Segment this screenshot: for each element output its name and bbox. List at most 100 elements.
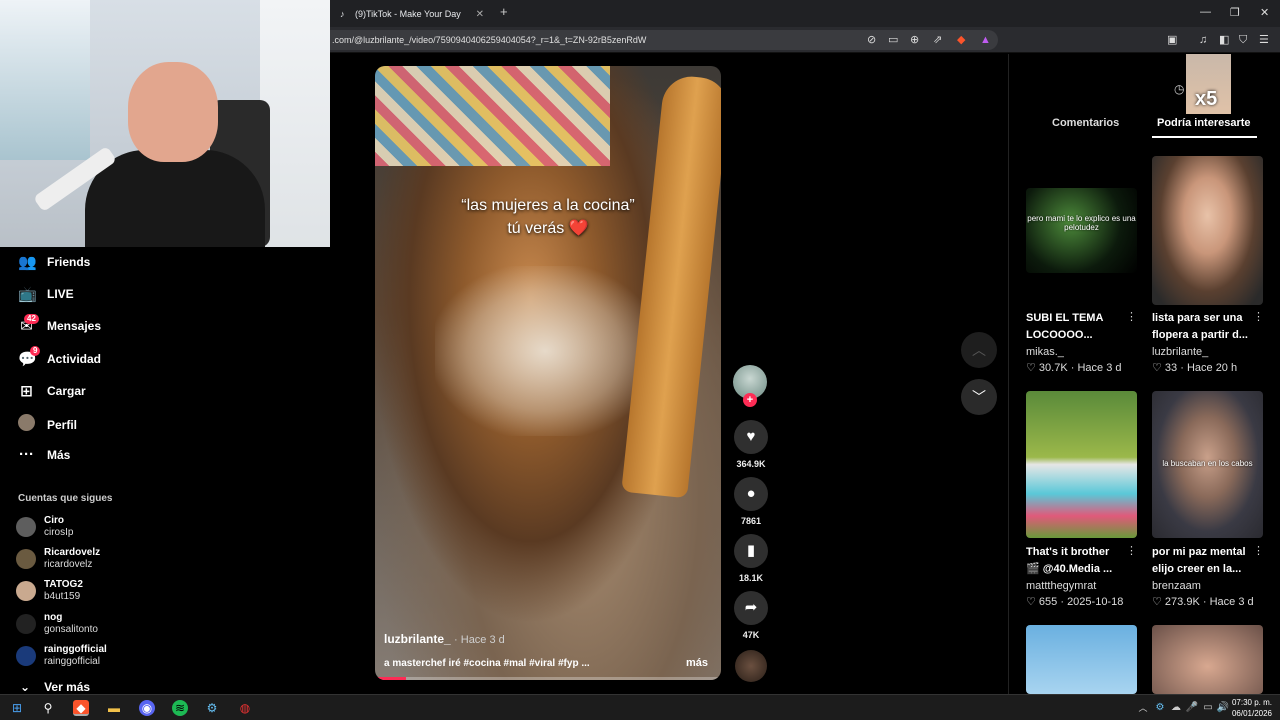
- system-clock[interactable]: 07:30 p. m. 06/01/2026: [1232, 697, 1272, 719]
- more-options-icon[interactable]: ⋮: [1126, 310, 1137, 323]
- more-options-icon[interactable]: ⋮: [1126, 544, 1137, 557]
- video-thumbnail[interactable]: pero mami te lo explico es una pelotudez: [1026, 188, 1137, 273]
- next-video-button[interactable]: ﹀: [961, 379, 997, 415]
- webcam-person-head: [128, 62, 218, 162]
- card-title[interactable]: That's it brother 🎬 @40.Media ...: [1026, 544, 1126, 578]
- following-item[interactable]: nog gonsalitonto: [16, 612, 98, 636]
- nav-activity-label: Actividad: [47, 352, 102, 366]
- nav-profile[interactable]: Perfil: [18, 414, 77, 435]
- nav-more[interactable]: ··· Más: [18, 446, 70, 463]
- tab-close-icon[interactable]: ✕: [476, 9, 484, 20]
- nav-messages-label: Mensajes: [47, 319, 102, 333]
- chevron-up-icon[interactable]: ︿: [1135, 700, 1151, 716]
- more-icon: ···: [19, 446, 34, 463]
- see-more-button[interactable]: ⌄ Ver más: [20, 680, 90, 694]
- music-disc[interactable]: [735, 650, 767, 682]
- following-name: rainggofficial: [44, 644, 107, 655]
- video-thumbnail[interactable]: [1152, 156, 1263, 305]
- following-item[interactable]: TATOG2 b4ut159: [16, 579, 83, 603]
- save-button[interactable]: ▮ 18.1K: [733, 534, 769, 583]
- more-options-icon[interactable]: ⋮: [1253, 310, 1264, 323]
- tray-steam-icon[interactable]: ⚙: [1152, 700, 1168, 716]
- overlay-count: x5: [1195, 88, 1218, 110]
- card-title[interactable]: por mi paz mental elijo creer en la...: [1152, 544, 1252, 578]
- following-name: Ricardovelz: [44, 547, 101, 558]
- active-tab-indicator: [1152, 136, 1257, 138]
- brave-shield-icon[interactable]: ◆: [957, 33, 965, 47]
- video-author-name[interactable]: luzbrilante_: [384, 632, 451, 646]
- nav-friends[interactable]: 👥 Friends: [18, 253, 90, 271]
- video-progress-bar[interactable]: [375, 677, 721, 680]
- share-icon[interactable]: ⇗: [933, 33, 942, 47]
- translate-icon[interactable]: ⊘: [867, 33, 876, 47]
- description-more-button[interactable]: más: [686, 657, 708, 669]
- nav-upload-label: Cargar: [47, 384, 86, 398]
- tray-volume-icon[interactable]: 🔊: [1215, 700, 1231, 716]
- like-count: 364.9K: [736, 459, 766, 469]
- spotify-icon[interactable]: ≋: [172, 700, 188, 716]
- steam-icon[interactable]: ⚙: [204, 700, 220, 716]
- profile-icon: [18, 414, 35, 435]
- card-date: Hace 3 d: [1209, 596, 1254, 608]
- save-count: 18.1K: [738, 573, 764, 583]
- webcam-wall: [260, 0, 330, 247]
- tray-network-icon[interactable]: ☁: [1168, 700, 1184, 716]
- previous-video-button[interactable]: ︿: [961, 332, 997, 368]
- card-title[interactable]: lista para ser una flopera a partir d...: [1152, 310, 1252, 344]
- tray-mic-icon[interactable]: 🎤: [1184, 700, 1200, 716]
- tray-monitor-icon[interactable]: ▭: [1200, 700, 1216, 716]
- vpn-icon[interactable]: ⛉: [1239, 33, 1247, 47]
- share-button[interactable]: ➦ 47K: [733, 591, 769, 640]
- search-icon[interactable]: ⚲: [40, 700, 56, 716]
- thumbnail-caption: la buscaban en los cabos: [1162, 459, 1253, 468]
- video-player[interactable]: “las mujeres a la cocina” tú verás ❤️ lu…: [375, 66, 721, 680]
- discord-icon[interactable]: ◉: [139, 700, 155, 716]
- tab-suggested[interactable]: Podría interesarte: [1157, 117, 1251, 129]
- following-item[interactable]: rainggofficial rainggofficial: [16, 644, 107, 668]
- new-tab-button[interactable]: +: [500, 4, 508, 19]
- minimize-icon[interactable]: —: [1200, 6, 1211, 18]
- nav-friends-label: Friends: [47, 255, 91, 269]
- video-thumbnail[interactable]: [1152, 625, 1263, 694]
- nav-live-label: LIVE: [47, 287, 74, 301]
- following-item[interactable]: Ciro cirosIp: [16, 515, 73, 539]
- following-item[interactable]: Ricardovelz ricardovelz: [16, 547, 100, 571]
- card-author[interactable]: brenzaam: [1152, 580, 1201, 592]
- card-author[interactable]: luzbrilante_: [1152, 346, 1208, 358]
- live-icon: 📺: [18, 286, 37, 303]
- media-icon[interactable]: ♫: [1199, 33, 1207, 47]
- restore-icon[interactable]: ❐: [1230, 6, 1240, 19]
- clock-date: 06/01/2026: [1231, 709, 1272, 718]
- windows-start-icon[interactable]: ⊞: [9, 700, 25, 716]
- video-author[interactable]: luzbrilante_ · Hace 3 d: [384, 632, 505, 646]
- brave-browser-icon[interactable]: ◆: [73, 700, 89, 716]
- comment-button[interactable]: ● 7861: [733, 477, 769, 526]
- rewards-icon[interactable]: ▲: [980, 33, 991, 47]
- tab-comments[interactable]: Comentarios: [1052, 117, 1119, 129]
- close-window-icon[interactable]: ✕: [1260, 6, 1269, 19]
- nav-upload[interactable]: ⊞ Cargar: [18, 382, 86, 400]
- nav-live[interactable]: 📺 LIVE: [18, 285, 74, 303]
- file-explorer-icon[interactable]: ▬: [106, 700, 122, 716]
- like-button[interactable]: ♥ 364.9K: [733, 420, 769, 469]
- share-count: 47K: [742, 630, 760, 640]
- video-thumbnail[interactable]: la buscaban en los cabos: [1152, 391, 1263, 538]
- more-options-icon[interactable]: ⋮: [1253, 544, 1264, 557]
- zoom-icon[interactable]: ⊕: [910, 33, 919, 47]
- sidebar-icon[interactable]: ◧: [1219, 33, 1229, 47]
- menu-icon[interactable]: ☰: [1259, 33, 1269, 47]
- comment-icon: ●: [734, 477, 768, 511]
- cast-icon[interactable]: ▭: [888, 33, 898, 47]
- following-name: nog: [44, 612, 63, 623]
- video-thumbnail[interactable]: [1026, 625, 1137, 694]
- follow-plus-icon[interactable]: +: [743, 393, 757, 407]
- browser-tab[interactable]: ♪ (9)TikTok - Make Your Day ✕: [336, 3, 488, 25]
- card-author[interactable]: mattthegymrat: [1026, 580, 1096, 592]
- card-author[interactable]: mikas._: [1026, 346, 1064, 358]
- card-date: Hace 20 h: [1186, 362, 1238, 374]
- screenshot-icon[interactable]: ▣: [1167, 33, 1177, 47]
- video-thumbnail[interactable]: [1026, 391, 1137, 538]
- tiktok-icon: ♪: [340, 8, 345, 19]
- card-title[interactable]: SUBI EL TEMA LOCOOOO...: [1026, 310, 1126, 344]
- obs-icon[interactable]: ◍: [237, 700, 253, 716]
